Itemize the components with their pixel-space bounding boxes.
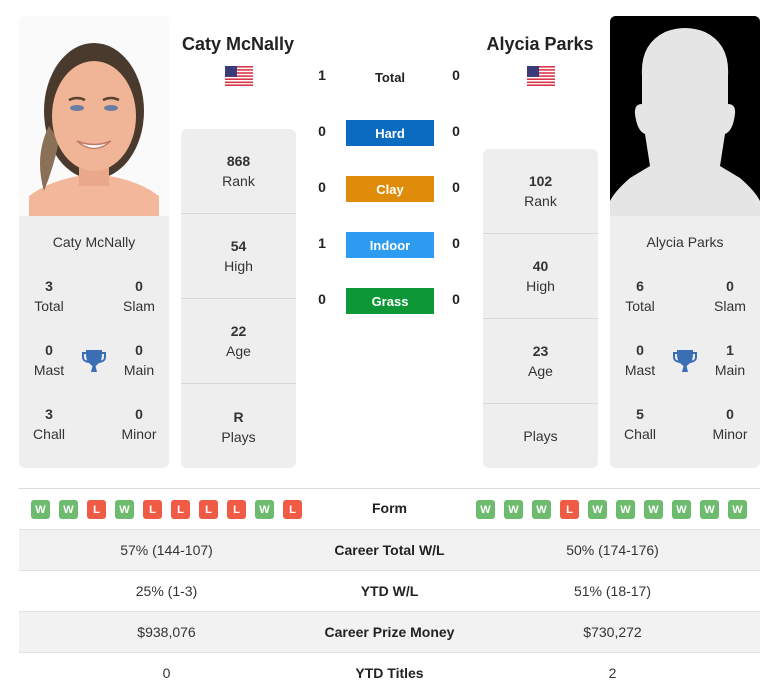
h2h-total-row: 1 Total 0 <box>300 64 480 90</box>
form-win-badge[interactable]: W <box>616 500 635 519</box>
h2h-left-value: 0 <box>318 123 326 139</box>
stat-age: 23 Age <box>483 319 598 404</box>
left-value: 25% (1-3) <box>135 583 198 599</box>
form-win-badge[interactable]: W <box>644 500 663 519</box>
player-photo-right <box>610 16 760 216</box>
titles-main: 0 Main <box>123 342 155 378</box>
right-value: 50% (174-176) <box>566 542 659 558</box>
row-label: YTD Titles <box>355 665 424 681</box>
player-name-right: Alycia Parks <box>646 234 724 250</box>
h2h-hard-row: 0 Hard 0 <box>300 120 480 146</box>
form-loss-badge[interactable]: L <box>87 500 106 519</box>
form-row: WWLWLLLLWL Form WWWLWWWWWW <box>19 489 760 529</box>
left-value: $938,076 <box>137 624 196 640</box>
form-loss-badge[interactable]: L <box>143 500 162 519</box>
form-loss-badge[interactable]: L <box>227 500 246 519</box>
trophy-icon <box>673 350 697 372</box>
h2h-left-value: 0 <box>318 291 326 307</box>
form-win-badge[interactable]: W <box>700 500 719 519</box>
form-win-badge[interactable]: W <box>728 500 747 519</box>
stat-plays: R Plays <box>221 408 256 445</box>
stat-rank: 868 Rank <box>181 129 296 214</box>
titles-minor: 0 Minor <box>121 406 157 442</box>
titles-main: 1 Main <box>714 342 746 378</box>
form-win-badge[interactable]: W <box>672 500 691 519</box>
titles-total: 3 Total <box>34 278 64 314</box>
row-label: YTD W/L <box>360 583 419 599</box>
stat-age: 22 Age <box>181 299 296 384</box>
surface-hard-badge[interactable]: Hard <box>346 120 434 146</box>
player-stats-left: 868 Rank 54 High 22 Age R Plays <box>181 129 296 468</box>
player-info-card-left: Caty McNally 3 Total 0 Slam 0 Mast 0 Main 3C… <box>19 216 169 468</box>
titles-mast: 0 Mast <box>624 342 656 378</box>
stat-rank: 102 Rank <box>483 149 598 234</box>
h2h-left-value: 0 <box>318 179 326 195</box>
left-value: 0 <box>162 665 171 681</box>
surface-indoor-badge[interactable]: Indoor <box>346 232 434 258</box>
surface-total-label: Total <box>374 69 406 85</box>
player-heading-right[interactable]: Alycia Parks <box>460 34 620 55</box>
player-info-card-right: Alycia Parks 6 Total 0 Slam 0 Mast 1 Main 5C… <box>610 216 760 468</box>
right-value: 51% (18-17) <box>573 583 652 599</box>
usa-flag-icon <box>225 66 253 86</box>
h2h-clay-row: 0 Clay 0 <box>300 176 480 202</box>
comparison-row: 25% (1-3) YTD W/L 51% (18-17) <box>19 570 760 611</box>
titles-mast: 0 Mast <box>33 342 65 378</box>
h2h-right-value: 0 <box>452 291 460 307</box>
comparison-row: 0 YTD Titles 2 <box>19 652 760 693</box>
form-loss-badge[interactable]: L <box>283 500 302 519</box>
left-value: 57% (144-107) <box>120 542 213 558</box>
titles-slam: 0 Slam <box>714 278 746 314</box>
form-loss-badge[interactable]: L <box>199 500 218 519</box>
h2h-grass-row: 0 Grass 0 <box>300 288 480 314</box>
form-win-badge[interactable]: W <box>59 500 78 519</box>
player-stats-right: 102 Rank 40 High 23 Age Plays <box>483 149 598 468</box>
trophy-icon <box>82 350 106 372</box>
surface-clay-badge[interactable]: Clay <box>346 176 434 202</box>
form-loss-badge[interactable]: L <box>560 500 579 519</box>
h2h-right-value: 0 <box>452 67 460 83</box>
surface-grass-badge[interactable]: Grass <box>346 288 434 314</box>
form-win-badge[interactable]: W <box>255 500 274 519</box>
player-heading-left[interactable]: Caty McNally <box>158 34 318 55</box>
h2h-right-value: 0 <box>452 235 460 251</box>
silhouette-icon <box>610 16 760 216</box>
form-win-badge[interactable]: W <box>588 500 607 519</box>
player-photo-left <box>19 16 169 216</box>
row-label: Career Prize Money <box>324 624 455 640</box>
right-value: $730,272 <box>583 624 642 640</box>
player-portrait-icon <box>19 16 169 216</box>
form-loss-badge[interactable]: L <box>171 500 190 519</box>
stat-high: 40 High <box>483 234 598 319</box>
right-value: 2 <box>608 665 617 681</box>
titles-chall: 3 Chall <box>33 406 65 442</box>
titles-slam: 0 Slam <box>123 278 155 314</box>
form-label: Form <box>372 500 407 516</box>
row-label: Career Total W/L <box>334 542 445 558</box>
form-win-badge[interactable]: W <box>504 500 523 519</box>
stat-plays: Plays <box>523 428 558 444</box>
form-win-badge[interactable]: W <box>476 500 495 519</box>
form-win-badge[interactable]: W <box>115 500 134 519</box>
h2h-left-value: 1 <box>318 67 326 83</box>
h2h-left-value: 1 <box>318 235 326 251</box>
comparison-row: 57% (144-107) Career Total W/L 50% (174-… <box>19 529 760 570</box>
h2h-indoor-row: 1 Indoor 0 <box>300 232 480 258</box>
titles-chall: 5 Chall <box>624 406 656 442</box>
stat-high: 54 High <box>181 214 296 299</box>
form-win-badge[interactable]: W <box>532 500 551 519</box>
comparison-row: $938,076 Career Prize Money $730,272 <box>19 611 760 652</box>
player-name-left: Caty McNally <box>52 234 136 250</box>
titles-total: 6 Total <box>625 278 655 314</box>
usa-flag-icon <box>527 66 555 86</box>
form-win-badge[interactable]: W <box>31 500 50 519</box>
h2h-right-value: 0 <box>452 123 460 139</box>
h2h-right-value: 0 <box>452 179 460 195</box>
titles-minor: 0 Minor <box>712 406 748 442</box>
